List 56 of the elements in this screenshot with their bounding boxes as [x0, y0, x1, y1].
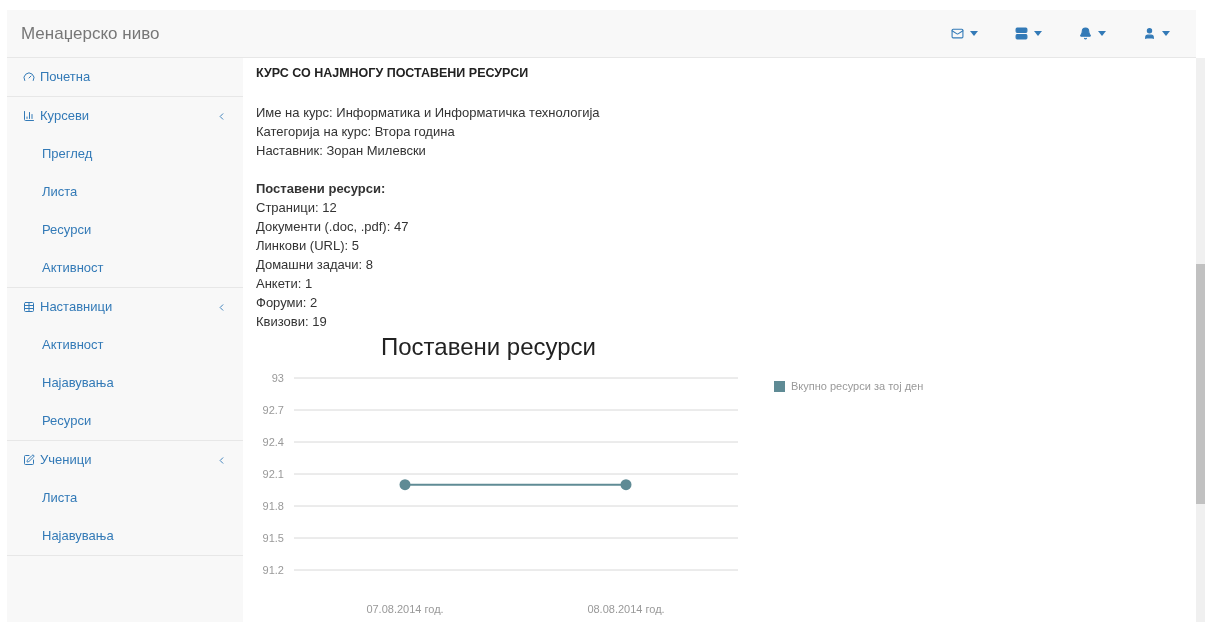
sidebar-subitem[interactable]: Ресурси: [7, 211, 243, 249]
bar-chart-icon: [23, 110, 35, 122]
sidebar-subitem[interactable]: Најавувања: [7, 517, 243, 555]
resource-count: Линкови (URL): 5: [256, 237, 360, 255]
caret-icon: [970, 31, 978, 36]
data-point: [620, 479, 632, 491]
info-line: Категорија на курс: Втора година: [256, 123, 456, 141]
tasks-menu-button[interactable]: [1015, 27, 1042, 40]
mail-menu-button[interactable]: [951, 27, 978, 40]
info-line: Име на курс: Информатика и Информатичка технологија: [256, 104, 601, 122]
edit-icon: [23, 454, 35, 466]
resource-count: Страници: 12: [256, 199, 338, 217]
legend-label: Вкупно ресурси за тој ден: [791, 379, 924, 394]
sidebar-item[interactable]: Наставници: [7, 288, 243, 326]
y-tick: 91.2: [262, 564, 284, 576]
sidebar-subitem[interactable]: Преглед: [7, 135, 243, 173]
user-icon: [1143, 27, 1156, 40]
table-icon: [23, 301, 35, 313]
sidebar-item[interactable]: Почетна: [7, 58, 243, 96]
info-line: Наставник: Зоран Милевски: [256, 142, 427, 160]
sidebar-item[interactable]: Курсеви: [7, 97, 243, 135]
alerts-menu-button[interactable]: [1079, 27, 1106, 40]
resource-count: Анкети: 1: [256, 275, 314, 293]
section-heading: КУРС СО НАЈМНОГУ ПОСТАВЕНИ РЕСУРСИ: [256, 65, 530, 82]
caret-icon: [1034, 31, 1042, 36]
caret-icon: [1162, 31, 1170, 36]
resources-heading: Поставени ресурси:: [256, 180, 387, 198]
sidebar-subitem[interactable]: Активност: [7, 326, 243, 364]
sidebar-item[interactable]: Ученици: [7, 441, 243, 479]
y-tick: 92.1: [262, 468, 284, 480]
caret-icon: [1098, 31, 1106, 36]
sidebar-subitem[interactable]: Активност: [7, 249, 243, 287]
y-tick: 92.4: [262, 436, 284, 448]
resource-count: Форуми: 2: [256, 294, 319, 312]
resource-count: Квизови: 19: [256, 313, 328, 331]
sidebar-subitem[interactable]: Листа: [7, 173, 243, 211]
y-tick: 92.7: [262, 404, 284, 416]
data-point: [399, 479, 411, 491]
resource-count: Документи (.doc, .pdf): 47: [256, 218, 410, 236]
mail-icon: [951, 27, 964, 40]
legend-swatch: [774, 381, 785, 392]
list-icon: [1015, 27, 1028, 40]
x-tick: 07.08.2014 год.: [366, 603, 444, 615]
brand-title[interactable]: Менаџерско ниво: [7, 20, 160, 47]
x-tick: 08.08.2014 год.: [587, 603, 665, 615]
y-tick: 91.8: [262, 500, 284, 512]
sidebar-subitem[interactable]: Ресурси: [7, 402, 243, 440]
user-menu-button[interactable]: [1143, 27, 1170, 40]
y-tick: 93: [271, 372, 284, 384]
chart-title: Поставени ресурси: [380, 335, 597, 359]
bell-icon: [1079, 27, 1092, 40]
sidebar-subitem[interactable]: Најавувања: [7, 364, 243, 402]
dashboard-icon: [23, 71, 35, 83]
sidebar-subitem[interactable]: Листа: [7, 479, 243, 517]
y-tick: 91.5: [262, 532, 284, 544]
resource-count: Домашни задачи: 8: [256, 256, 375, 274]
